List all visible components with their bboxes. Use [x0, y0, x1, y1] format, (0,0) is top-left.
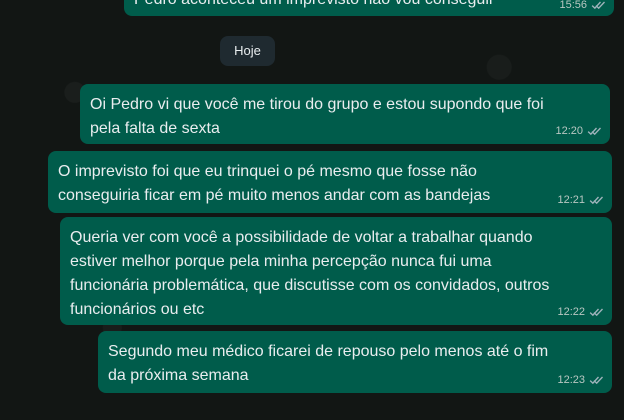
- message-meta: 12:23: [557, 373, 604, 387]
- message-time: 15:56: [559, 0, 587, 11]
- message-bubble[interactable]: Pedro aconteceu um imprevisto não vou co…: [124, 0, 614, 16]
- message-meta: 12:22: [557, 305, 604, 319]
- message-text: Pedro aconteceu um imprevisto não vou co…: [134, 0, 604, 12]
- message-bubble[interactable]: O imprevisto foi que eu trinquei o pé me…: [48, 151, 612, 213]
- message-time: 12:22: [557, 306, 585, 318]
- date-separator: Hoje: [220, 36, 275, 66]
- message-text: Oi Pedro vi que você me tirou do grupo e…: [90, 96, 544, 137]
- message-bubble[interactable]: Oi Pedro vi que você me tirou do grupo e…: [80, 84, 610, 144]
- message-text: Segundo meu médico ficarei de repouso pe…: [108, 343, 549, 384]
- message-text: O imprevisto foi que eu trinquei o pé me…: [58, 163, 491, 204]
- double-check-icon: [589, 308, 603, 317]
- message-time: 12:23: [557, 374, 585, 386]
- double-check-icon: [589, 376, 603, 385]
- message-text: Queria ver com você a possibilidade de v…: [70, 229, 550, 318]
- double-check-icon: [587, 127, 601, 136]
- message-time: 12:21: [557, 194, 585, 206]
- message-bubble[interactable]: Queria ver com você a possibilidade de v…: [60, 217, 612, 325]
- double-check-icon: [589, 196, 603, 205]
- message-meta: 15:56: [559, 0, 606, 12]
- message-meta: 12:21: [557, 193, 604, 207]
- message-time: 12:20: [555, 125, 583, 137]
- message-meta: 12:20: [555, 124, 602, 138]
- message-bubble[interactable]: Segundo meu médico ficarei de repouso pe…: [98, 331, 612, 393]
- double-check-icon: [591, 1, 605, 10]
